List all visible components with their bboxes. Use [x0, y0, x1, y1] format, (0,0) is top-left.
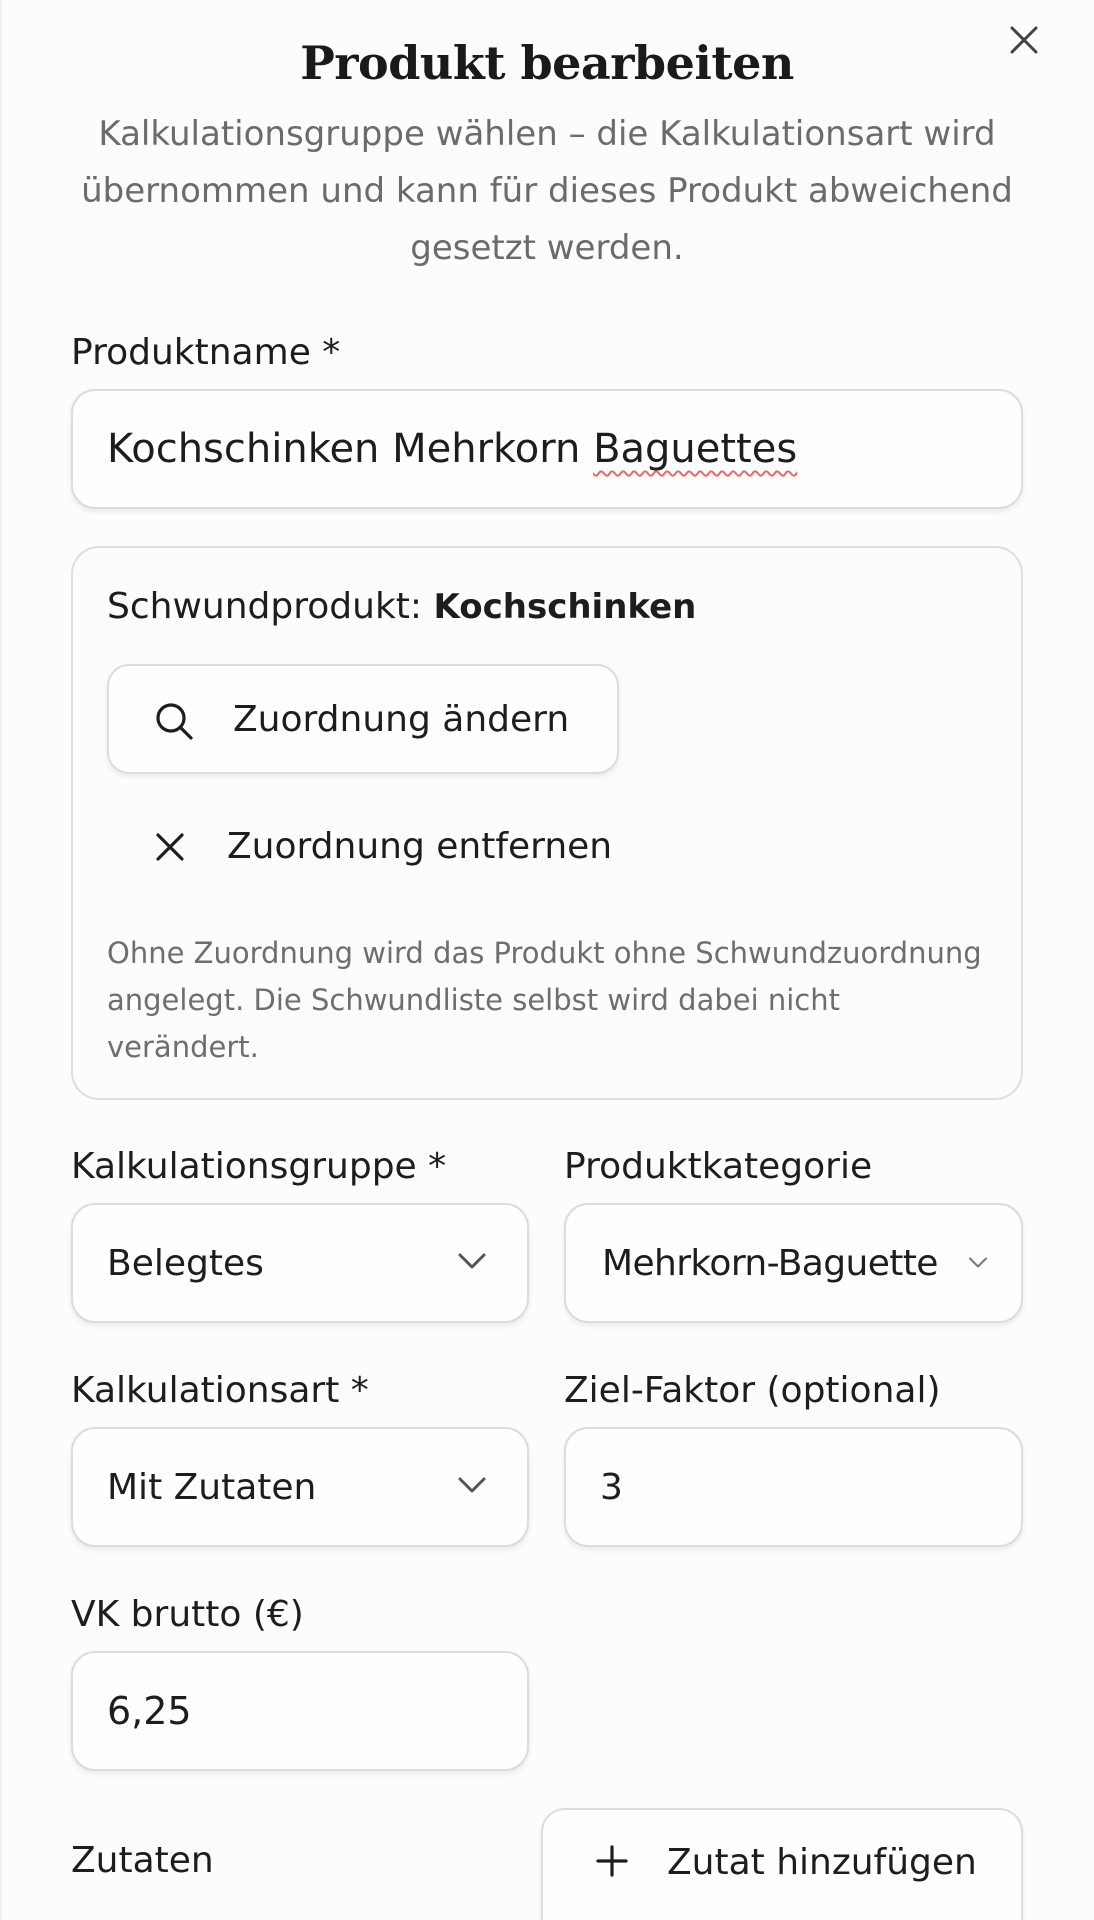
chevron-down-icon [457, 1252, 487, 1274]
add-ingredient-button[interactable]: Zutat hinzufügen [541, 1808, 1023, 1920]
calc-type-value: Mit Zutaten [107, 1466, 317, 1508]
plus-icon [595, 1844, 629, 1882]
remove-assignment-label: Zuordnung entfernen [227, 825, 613, 867]
add-ingredient-label: Zutat hinzufügen [667, 1841, 977, 1883]
shrink-label: Schwundprodukt: [107, 586, 434, 627]
product-name-value-misspelled: Baguettes [593, 426, 798, 472]
remove-assignment-button[interactable]: Zuordnung entfernen [107, 798, 619, 894]
chevron-down-icon [968, 1254, 988, 1273]
shrink-value: Kochschinken [433, 587, 697, 627]
calc-group-select[interactable]: Belegtes [71, 1203, 529, 1323]
close-icon[interactable] [1004, 20, 1044, 60]
product-name-input[interactable]: Kochschinken Mehrkorn Baguettes [71, 389, 1023, 509]
calc-type-select[interactable]: Mit Zutaten [71, 1427, 529, 1547]
shrink-card: Schwundprodukt: Kochschinken Zuordnung ä… [71, 546, 1023, 1100]
change-assignment-label: Zuordnung ändern [233, 698, 570, 740]
dialog-subtitle: Kalkulationsgruppe wählen – die Kalkulat… [81, 114, 1013, 268]
shrink-product-line: Schwundprodukt: Kochschinken [107, 586, 696, 627]
category-select[interactable]: Mehrkorn-Baguette [564, 1203, 1023, 1323]
category-value: Mehrkorn-Baguette [602, 1242, 938, 1284]
calc-group-label: Kalkulationsgruppe * [71, 1146, 447, 1187]
change-assignment-button[interactable]: Zuordnung ändern [107, 664, 619, 774]
target-factor-label: Ziel-Faktor (optional) [564, 1370, 941, 1411]
close-icon [154, 831, 186, 867]
target-factor-value: 3 [600, 1466, 623, 1508]
price-label: VK brutto (€) [71, 1594, 304, 1635]
product-name-label: Produktname * [71, 332, 341, 373]
product-name-value: Kochschinken Mehrkorn [107, 426, 594, 472]
category-label: Produktkategorie [564, 1146, 873, 1187]
ingredients-label: Zutaten [71, 1840, 214, 1881]
calc-type-label: Kalkulationsart * [71, 1370, 369, 1411]
price-value: 6,25 [107, 1689, 192, 1733]
dialog-title: Produkt bearbeiten [300, 36, 794, 90]
search-icon [153, 700, 195, 746]
chevron-down-icon [457, 1476, 487, 1498]
calc-group-value: Belegtes [107, 1242, 264, 1284]
price-input[interactable]: 6,25 [71, 1651, 529, 1771]
shrink-hint: Ohne Zuordnung wird das Produkt ohne Sch… [107, 936, 982, 1064]
target-factor-input[interactable]: 3 [564, 1427, 1023, 1547]
